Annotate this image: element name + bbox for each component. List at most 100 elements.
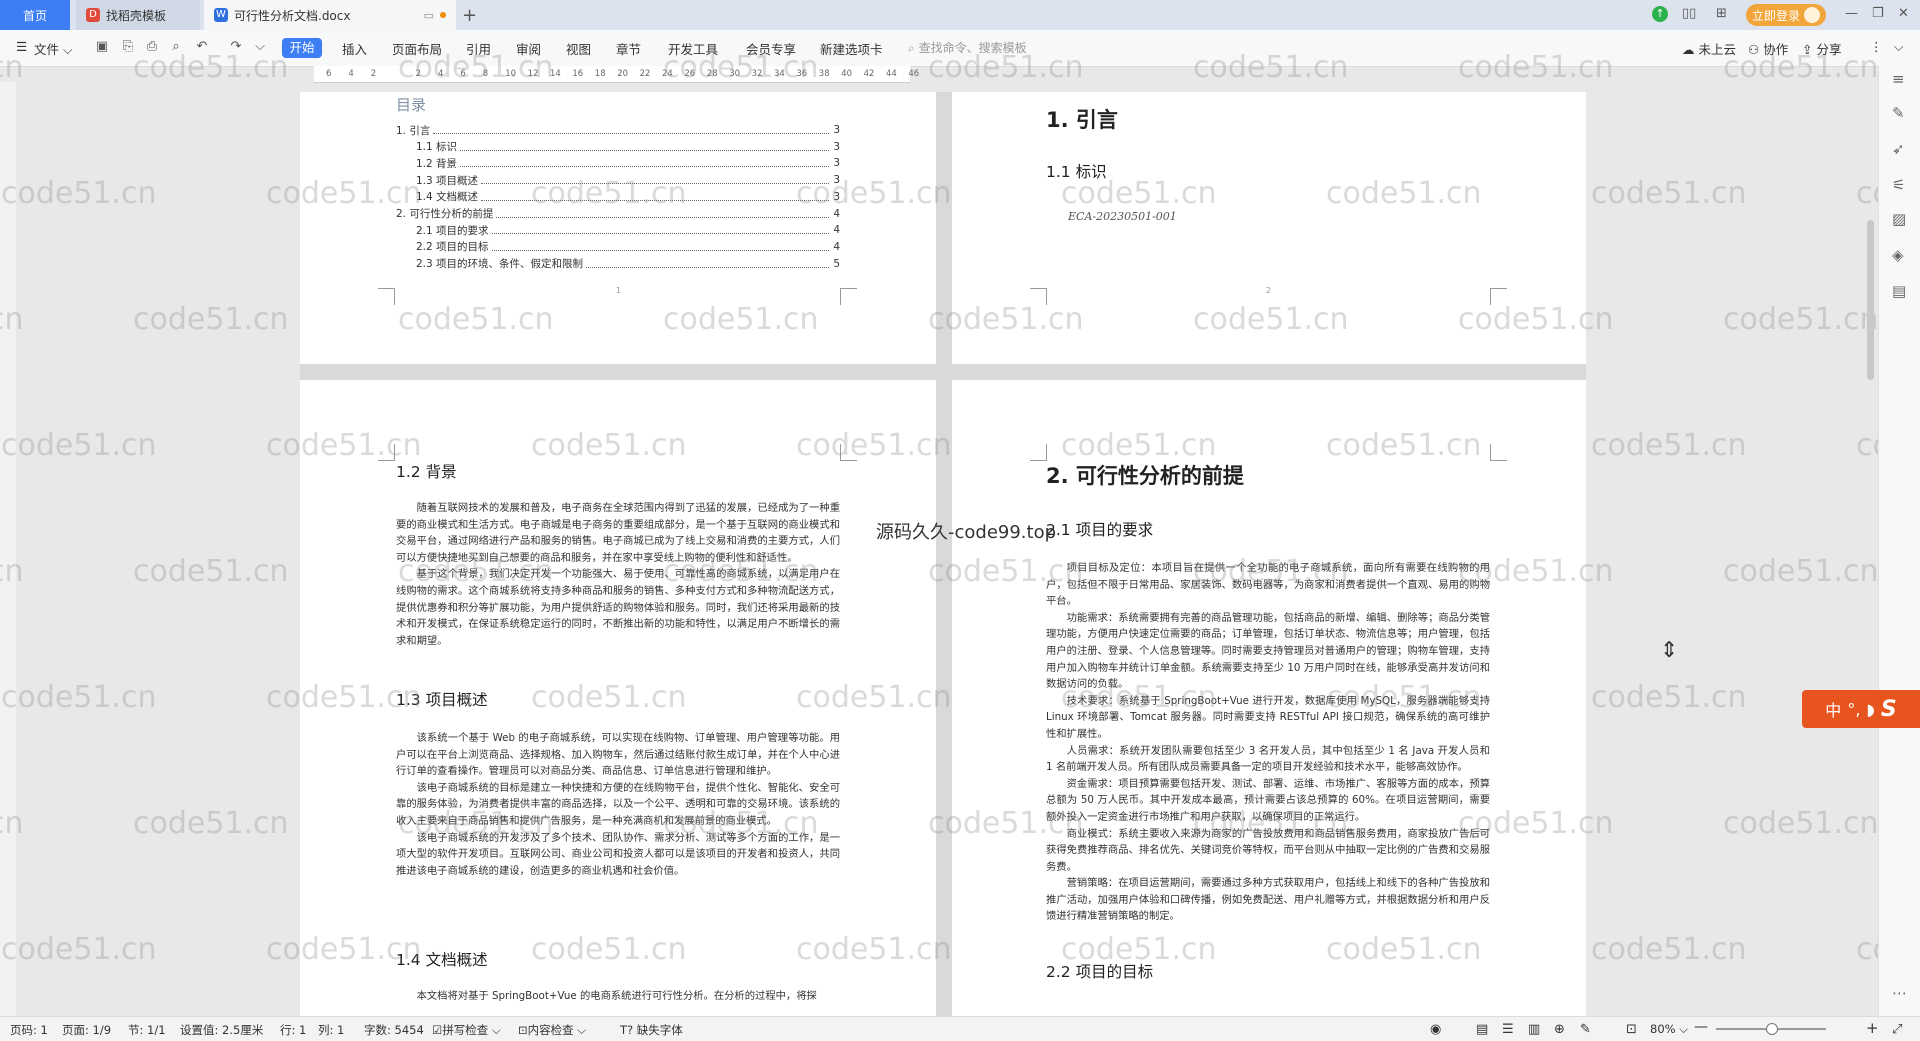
tab-home[interactable]: 首页 bbox=[0, 0, 70, 30]
location-icon[interactable]: ◈ bbox=[1892, 246, 1904, 264]
status-words[interactable]: 字数: 5454 bbox=[364, 1022, 424, 1038]
more-icon[interactable]: ⋮ bbox=[1870, 39, 1883, 54]
spell-check[interactable]: ☑拼写检查 ⌵ bbox=[432, 1022, 501, 1038]
tab-view[interactable]: 视图 bbox=[566, 39, 591, 58]
toc-entry[interactable]: 1.4 文档概述 3 bbox=[416, 189, 840, 205]
tab-template[interactable]: D 找稻壳模板 bbox=[76, 0, 200, 30]
tab-window-icon[interactable]: ▭ bbox=[424, 9, 434, 22]
page-premise[interactable]: 2. 可行性分析的前提 2.1 项目的要求 项目目标及定位：本项目旨在提供一个全… bbox=[952, 380, 1586, 1016]
write-view-icon[interactable]: ✎ bbox=[1580, 1022, 1591, 1037]
crop-mark bbox=[378, 444, 395, 461]
ruler-tick-label: 8 bbox=[482, 69, 489, 79]
crop-mark bbox=[840, 288, 857, 305]
login-button[interactable]: 立即登录 bbox=[1746, 4, 1826, 26]
tab-review[interactable]: 审阅 bbox=[516, 39, 541, 58]
toc-entry[interactable]: 2.1 项目的要求 4 bbox=[416, 222, 840, 238]
toc-entry-page: 4 bbox=[833, 207, 840, 220]
grid-icon[interactable]: ⊞ bbox=[1716, 6, 1727, 21]
command-search[interactable]: ⌕ 查找命令、搜索模板 bbox=[908, 39, 1027, 56]
status-section[interactable]: 节: 1/1 bbox=[128, 1022, 166, 1038]
reading-view-icon[interactable]: ▥ bbox=[1528, 1022, 1540, 1037]
adjust-icon[interactable]: ⚟ bbox=[1892, 176, 1905, 194]
layout-icon[interactable]: ▯▯ bbox=[1682, 6, 1696, 21]
ruler-tick-label: 10 bbox=[505, 69, 517, 79]
image-icon[interactable]: ▨ bbox=[1892, 210, 1906, 228]
toc-entry[interactable]: 2. 可行性分析的前提 4 bbox=[396, 206, 840, 222]
outline-view-icon[interactable]: ☰ bbox=[1502, 1022, 1514, 1037]
horizontal-ruler[interactable]: 6 4 2 2 4 6 8 10 12 14 16 18 20 22 24 26 28 30 32 34 36 38 40 4… bbox=[314, 66, 919, 83]
toc-entry[interactable]: 1.1 标识 3 bbox=[416, 139, 840, 155]
pen-icon[interactable]: ✎ bbox=[1892, 104, 1905, 122]
more-dropdown-icon[interactable]: ⌵ bbox=[252, 39, 268, 55]
menu-icon[interactable]: ☰ bbox=[16, 39, 27, 54]
status-row[interactable]: 行: 1 bbox=[280, 1022, 306, 1038]
ruler-tick-label: 36 bbox=[796, 69, 808, 79]
toc-entry[interactable]: 1.3 项目概述 3 bbox=[416, 172, 840, 188]
tab-chapter[interactable]: 章节 bbox=[616, 39, 641, 58]
content-check[interactable]: ⊡内容检查 ⌵ bbox=[518, 1022, 586, 1038]
preview-icon[interactable]: ⌕ bbox=[168, 39, 184, 55]
fullscreen-icon[interactable]: ⤢ bbox=[1892, 1022, 1902, 1037]
share-button[interactable]: ⇪ 分享 bbox=[1802, 39, 1841, 58]
minimize-icon[interactable]: — bbox=[1845, 6, 1858, 21]
export-icon[interactable]: ⎘ bbox=[120, 39, 136, 55]
collab-button[interactable]: ⚇ 协作 bbox=[1748, 39, 1788, 58]
tab-document[interactable]: W 可行性分析文档.docx ▭ bbox=[204, 0, 456, 30]
select-icon[interactable]: ➶ bbox=[1892, 140, 1905, 158]
save-icon[interactable]: ▣ bbox=[94, 39, 110, 55]
page-toc[interactable]: 目录 1. 引言 3 1.1 标识 3 1.2 背景 3 1.3 项目概述 3 1.4 文档概述… bbox=[300, 92, 936, 364]
zoom-out-icon[interactable]: — bbox=[1694, 1019, 1708, 1035]
print-icon[interactable]: ⎙ bbox=[144, 39, 160, 55]
tab-member[interactable]: 会员专享 bbox=[746, 39, 796, 58]
vertical-ruler[interactable] bbox=[0, 82, 16, 1022]
update-icon[interactable]: ↑ bbox=[1652, 6, 1668, 22]
status-pages[interactable]: 页面: 1/9 bbox=[62, 1022, 111, 1038]
fit-page-icon[interactable]: ⊡ bbox=[1626, 1022, 1637, 1037]
tab-template-label: 找稻壳模板 bbox=[106, 8, 167, 23]
redo-icon[interactable]: ↷ bbox=[228, 39, 244, 55]
new-tab-button[interactable]: + bbox=[462, 5, 477, 26]
tab-start[interactable]: 开始 bbox=[282, 38, 322, 58]
zoom-level[interactable]: 80% ⌵ bbox=[1650, 1022, 1688, 1037]
tab-insert[interactable]: 插入 bbox=[342, 39, 367, 58]
more-icon[interactable]: ⋯ bbox=[1892, 984, 1907, 1002]
paragraph: 商业模式：系统主要收入来源为商家的广告投放费用和商品销售服务费用，商家投放广告后… bbox=[1046, 827, 1490, 873]
heading-doc-overview: 1.4 文档概述 bbox=[396, 951, 488, 969]
tab-developer[interactable]: 开发工具 bbox=[668, 39, 718, 58]
page-intro[interactable]: 1. 引言 1.1 标识 ECA-20230501-001 2 bbox=[952, 92, 1586, 364]
toc-entry[interactable]: 2.2 项目的目标 4 bbox=[416, 239, 840, 255]
scroll-thumb[interactable] bbox=[1867, 220, 1874, 380]
ime-indicator[interactable]: 中 °, ◗ S bbox=[1802, 690, 1920, 728]
paragraph: 功能需求：系统需要拥有完善的商品管理功能，包括商品的新增、编辑、删除等；商品分类… bbox=[1046, 611, 1490, 691]
zoom-in-icon[interactable]: + bbox=[1866, 1019, 1879, 1037]
page-view-icon[interactable]: ▤ bbox=[1476, 1022, 1488, 1037]
web-view-icon[interactable]: ⊕ bbox=[1554, 1022, 1565, 1037]
book-icon[interactable]: ▤ bbox=[1892, 282, 1906, 300]
tab-new[interactable]: 新建选项卡 bbox=[820, 39, 883, 58]
tab-references[interactable]: 引用 bbox=[466, 39, 491, 58]
collapse-ribbon-icon[interactable]: ⌵ bbox=[1894, 39, 1903, 55]
ruler-tick-label: 42 bbox=[863, 69, 875, 79]
zoom-slider-knob[interactable] bbox=[1766, 1023, 1778, 1035]
toc-entry[interactable]: 1.2 背景 3 bbox=[416, 155, 840, 171]
page-background[interactable]: 1.2 背景 随着互联网技术的发展和普及，电子商务在全球范围内得到了迅猛的发展，… bbox=[300, 380, 936, 1016]
restore-icon[interactable]: ❐ bbox=[1872, 6, 1884, 21]
status-page[interactable]: 页码: 1 bbox=[10, 1022, 48, 1038]
toc-entry[interactable]: 2.3 项目的环境、条件、假定和限制 5 bbox=[416, 256, 840, 272]
eye-icon[interactable]: ◉ bbox=[1430, 1022, 1441, 1037]
paragraph: 人员需求：系统开发团队需要包括至少 3 名开发人员，其中包括至少 1 名 Jav… bbox=[1046, 744, 1490, 774]
ruler-tick-label: 14 bbox=[550, 69, 561, 79]
cloud-status[interactable]: ☁ 未上云 bbox=[1682, 39, 1736, 58]
crop-mark bbox=[840, 444, 857, 461]
status-col[interactable]: 列: 1 bbox=[318, 1022, 344, 1038]
status-setting[interactable]: 设置值: 2.5厘米 bbox=[180, 1022, 263, 1038]
ime-label: 中 bbox=[1825, 701, 1842, 720]
undo-icon[interactable]: ↶ bbox=[194, 39, 210, 55]
sidebar-menu-icon[interactable]: ≡ bbox=[1892, 70, 1905, 88]
missing-font[interactable]: T? 缺失字体 bbox=[620, 1022, 683, 1038]
close-window-icon[interactable]: ✕ bbox=[1898, 6, 1909, 21]
tab-page-layout[interactable]: 页面布局 bbox=[392, 39, 442, 58]
vertical-scrollbar[interactable] bbox=[1864, 70, 1876, 1015]
file-menu[interactable]: 文件 ⌵ bbox=[34, 39, 72, 58]
toc-entry[interactable]: 1. 引言 3 bbox=[396, 122, 840, 138]
